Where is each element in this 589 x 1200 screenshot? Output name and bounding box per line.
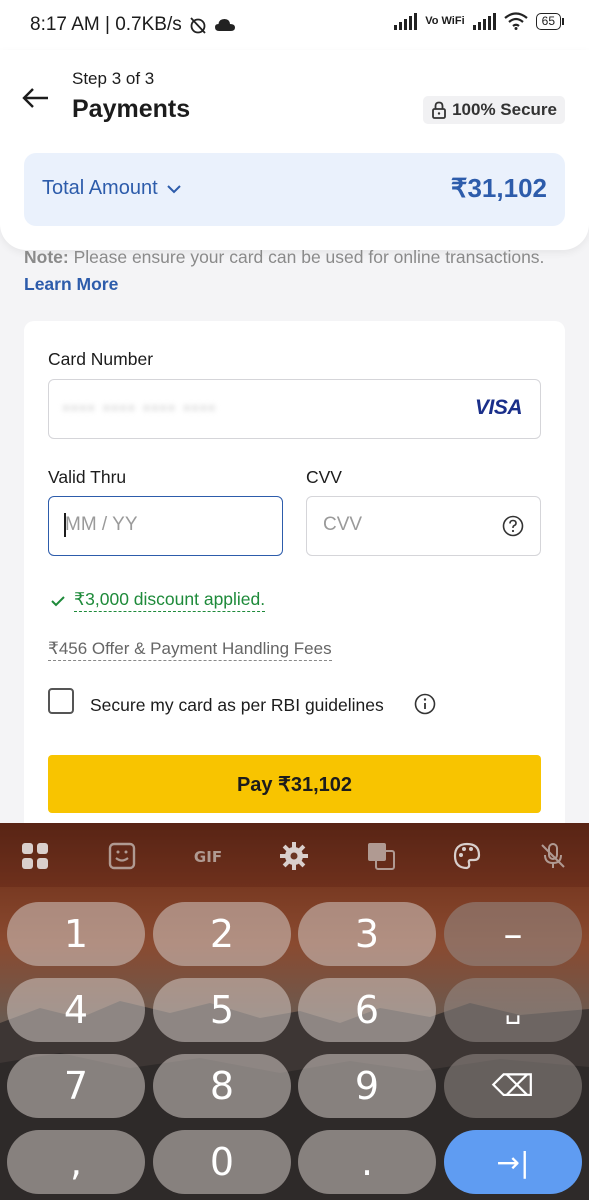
status-bar: 8:17 AM | 0.7KB/s Vo WiFi 65 — [0, 0, 589, 50]
key-backspace[interactable]: ⌫ — [444, 1054, 582, 1118]
card-number-value: •••• •••• •••• •••• — [63, 398, 217, 418]
cloud-icon — [214, 19, 235, 31]
wifi-icon — [503, 12, 528, 30]
key-comma[interactable]: , — [7, 1130, 145, 1194]
key-next[interactable]: →| — [444, 1130, 582, 1194]
key-4[interactable]: 4 — [7, 978, 145, 1042]
card-form: Card Number •••• •••• •••• •••• VISA Val… — [24, 321, 565, 841]
total-amount-label: Total Amount — [42, 177, 158, 199]
translate-icon[interactable] — [366, 841, 396, 871]
keyboard-toolbar: GIF — [0, 823, 589, 887]
key-3[interactable]: 3 — [298, 902, 436, 966]
mic-off-icon[interactable] — [538, 841, 568, 871]
apps-icon[interactable] — [20, 841, 50, 871]
expiry-field[interactable]: MM / YY — [48, 496, 283, 556]
battery-indicator: 65 — [535, 12, 565, 30]
pay-button[interactable]: Pay ₹31,102 — [48, 755, 541, 813]
chevron-down-icon — [166, 184, 181, 193]
key-space[interactable]: ␣ — [444, 978, 582, 1042]
discount-text: ₹3,000 discount applied. — [74, 589, 266, 612]
back-arrow-icon[interactable] — [20, 82, 52, 114]
numeric-keyboard: GIF 1 2 3 – 4 5 6 ␣ 7 8 9 ⌫ , 0 . →| — [0, 823, 589, 1200]
total-amount-toggle[interactable]: Total Amount — [42, 177, 182, 200]
note-prefix: Note: — [24, 247, 69, 267]
key-1[interactable]: 1 — [7, 902, 145, 966]
card-number-field[interactable]: •••• •••• •••• •••• VISA — [48, 379, 541, 439]
discount-applied: ₹3,000 discount applied. — [50, 589, 266, 612]
checkmark-icon — [51, 595, 65, 606]
status-left: 8:17 AM | 0.7KB/s — [30, 14, 236, 36]
save-card-label: Secure my card as per RBI guidelines — [90, 695, 384, 715]
vowifi-label: Vo WiFi — [425, 15, 465, 27]
gif-label: GIF — [194, 848, 222, 866]
help-icon[interactable] — [502, 515, 524, 537]
key-2[interactable]: 2 — [153, 902, 291, 966]
fees-link[interactable]: ₹456 Offer & Payment Handling Fees — [48, 639, 332, 661]
key-0[interactable]: 0 — [153, 1130, 291, 1194]
key-8[interactable]: 8 — [153, 1054, 291, 1118]
key-9[interactable]: 9 — [298, 1054, 436, 1118]
expiry-placeholder: MM / YY — [65, 514, 138, 535]
valid-thru-label: Valid Thru — [48, 467, 127, 487]
key-7[interactable]: 7 — [7, 1054, 145, 1118]
signal-icon-2 — [472, 12, 496, 30]
note-text: Note: Please ensure your card can be use… — [24, 244, 564, 298]
sticker-icon[interactable] — [107, 841, 137, 871]
visa-logo: VISA — [474, 396, 523, 419]
gif-icon[interactable]: GIF — [190, 841, 226, 871]
save-card-checkbox[interactable] — [48, 688, 74, 714]
key-minus[interactable]: – — [444, 902, 582, 966]
key-period[interactable]: . — [298, 1130, 436, 1194]
info-icon[interactable] — [414, 693, 436, 715]
total-amount-box[interactable]: Total Amount ₹31,102 — [24, 153, 565, 226]
card-number-label: Card Number — [48, 349, 154, 369]
settings-icon[interactable] — [279, 841, 309, 871]
status-time: 8:17 AM | 0.7KB/s — [30, 14, 182, 35]
cvv-field[interactable]: CVV — [306, 496, 541, 556]
total-amount-value: ₹31,102 — [450, 173, 547, 203]
page-title: Payments — [72, 95, 191, 123]
secure-badge: 100% Secure — [423, 96, 565, 124]
learn-more-link[interactable]: Learn More — [24, 274, 118, 294]
cvv-label: CVV — [306, 467, 342, 487]
signal-icon — [394, 12, 418, 30]
note-body: Please ensure your card can be used for … — [68, 247, 545, 267]
key-6[interactable]: 6 — [298, 978, 436, 1042]
cvv-placeholder: CVV — [323, 514, 363, 535]
alarm-off-icon — [190, 17, 206, 34]
key-5[interactable]: 5 — [153, 978, 291, 1042]
step-indicator: Step 3 of 3 — [72, 69, 155, 88]
secure-badge-label: 100% Secure — [452, 100, 557, 119]
theme-icon[interactable] — [452, 841, 482, 871]
lock-icon — [432, 101, 446, 119]
status-right: Vo WiFi 65 — [394, 12, 565, 30]
